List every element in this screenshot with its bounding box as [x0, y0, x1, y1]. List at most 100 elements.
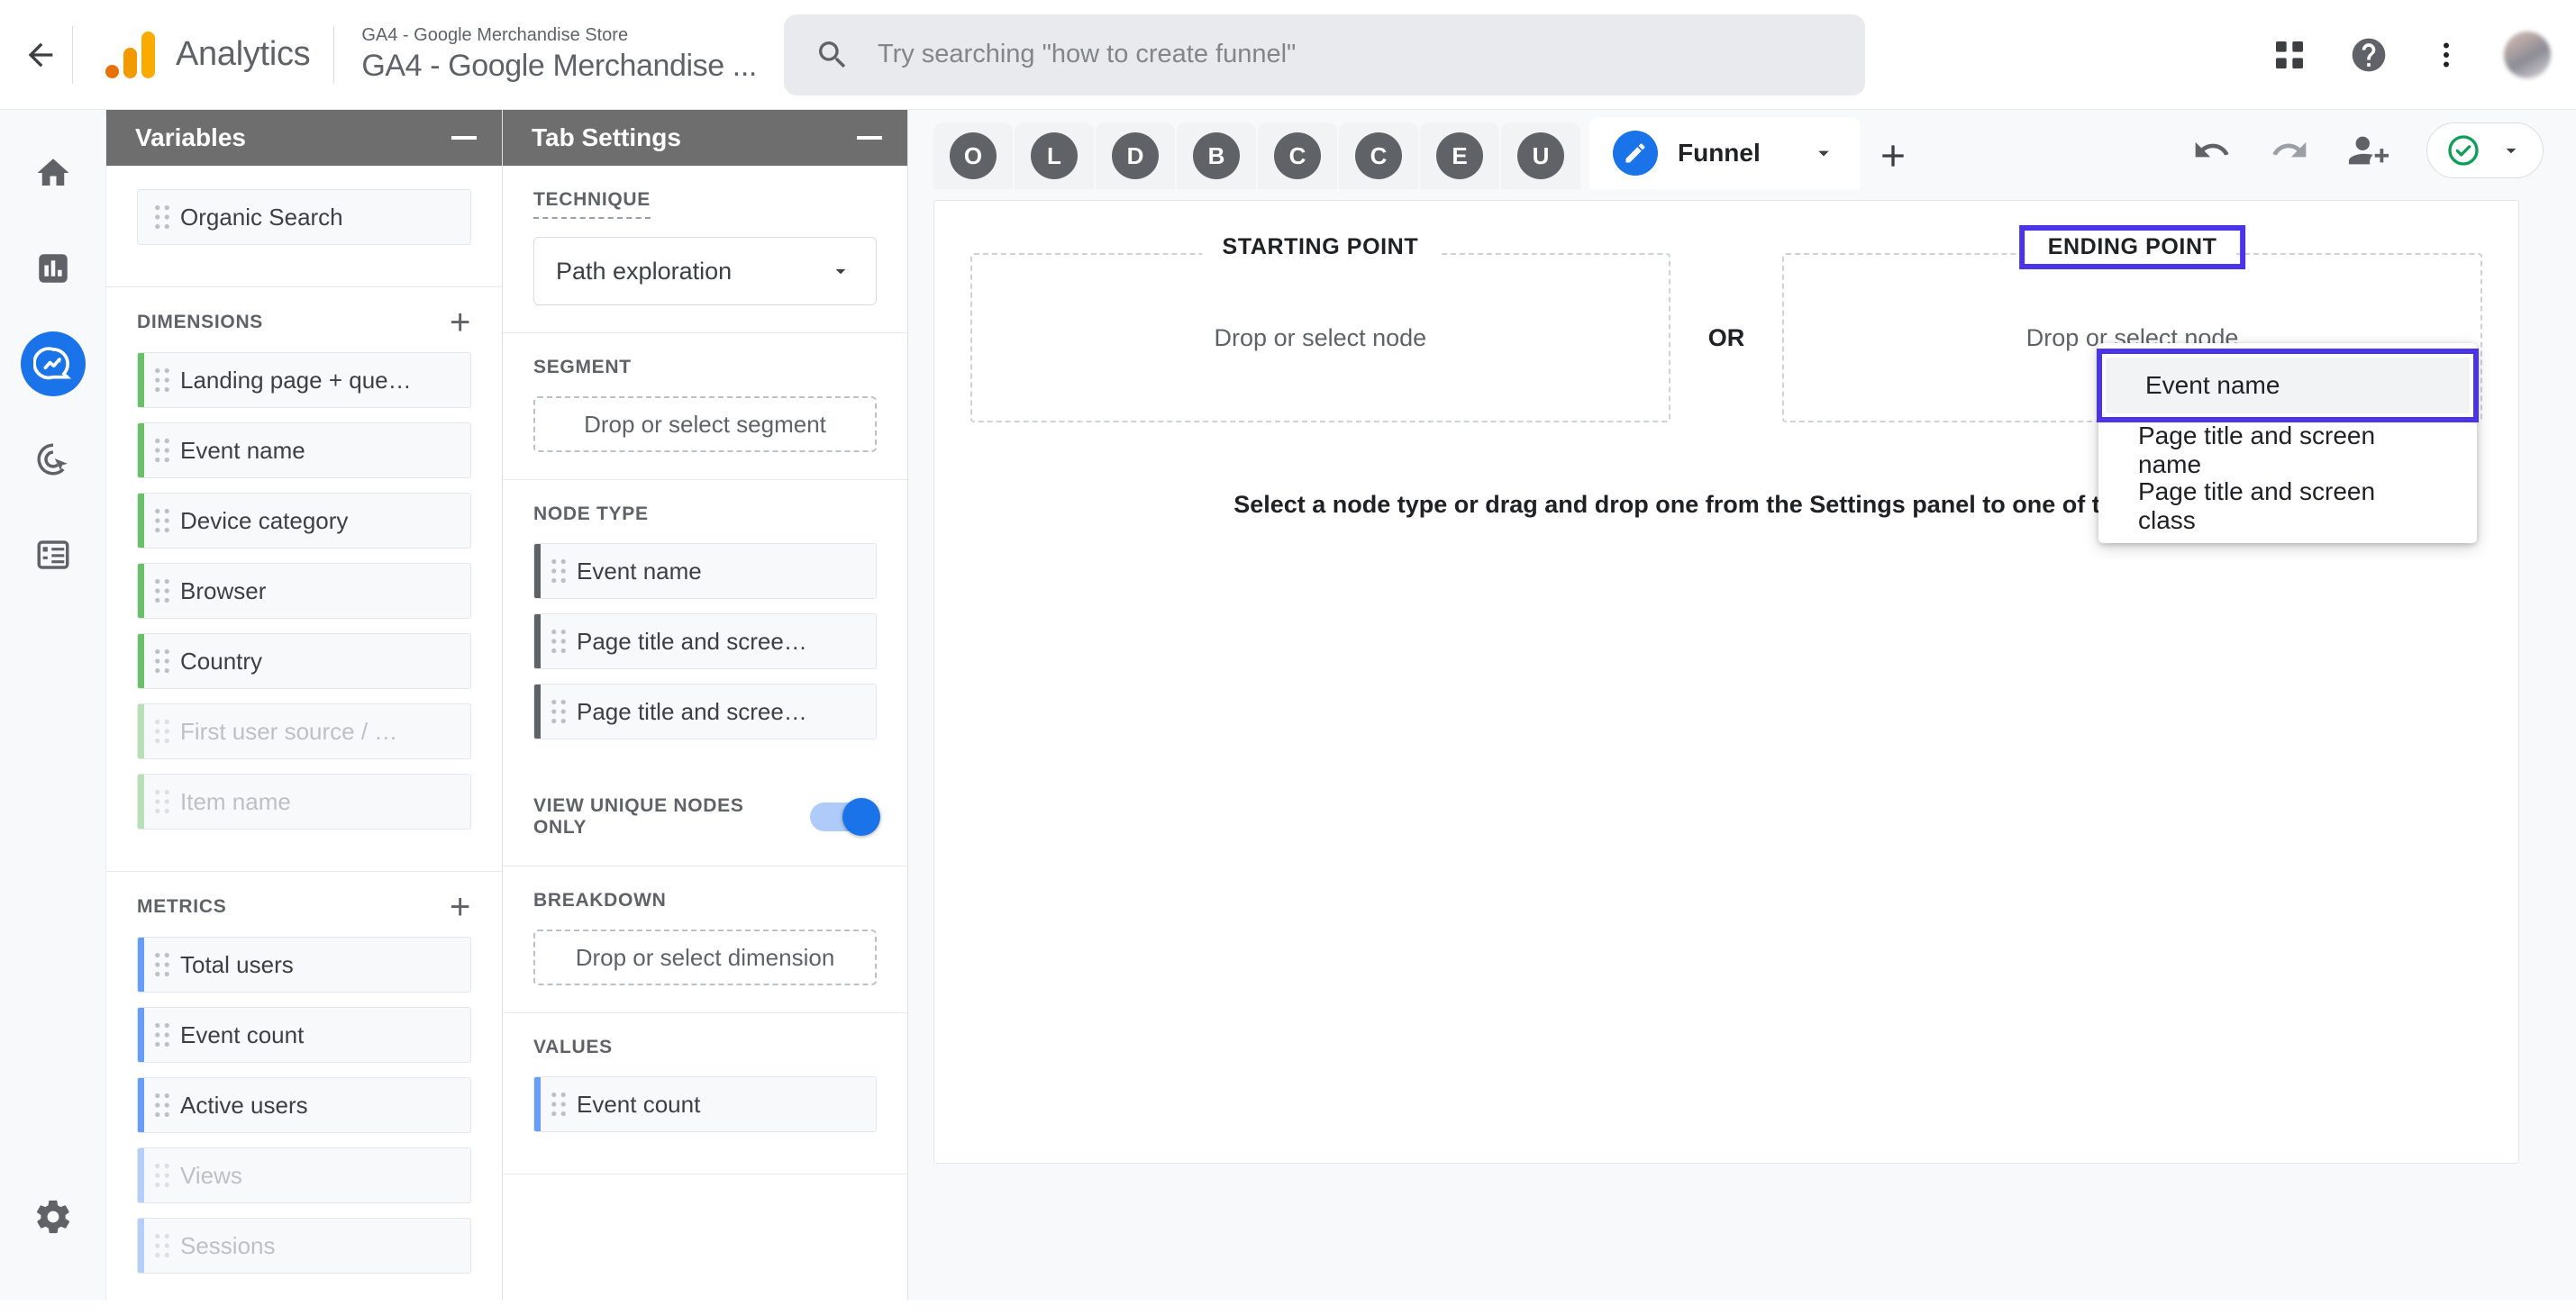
- tab-avatar: D: [1112, 132, 1159, 179]
- chevron-down-icon: [2506, 148, 2517, 154]
- sidebar-item-advertising[interactable]: [21, 427, 86, 492]
- dropdown-item[interactable]: Event name: [2106, 358, 2470, 413]
- drag-handle-icon[interactable]: [541, 1092, 577, 1117]
- tab-o-0[interactable]: O: [933, 122, 1013, 189]
- variables-title: Variables: [135, 123, 246, 151]
- chip-label: Event count: [180, 1020, 305, 1048]
- more-options-button[interactable]: [2430, 39, 2462, 71]
- dimension-chip[interactable]: Item name: [137, 774, 471, 830]
- minimize-icon[interactable]: [857, 136, 882, 140]
- tab-avatar: C: [1274, 132, 1321, 179]
- metric-chip[interactable]: Active users: [137, 1077, 471, 1133]
- dropdown-item[interactable]: Page title and screen name: [2098, 422, 2477, 478]
- drag-handle-icon[interactable]: [144, 367, 180, 393]
- back-button[interactable]: [9, 37, 72, 73]
- dropdown-item[interactable]: Page title and screen class: [2098, 477, 2477, 534]
- technique-value: Path exploration: [556, 257, 733, 285]
- add-dimension-button[interactable]: +: [450, 304, 471, 340]
- drag-handle-icon[interactable]: [541, 629, 577, 654]
- brand-block[interactable]: Analytics: [73, 31, 333, 78]
- top-actions: [2271, 0, 2551, 110]
- share-button[interactable]: [2347, 130, 2389, 171]
- search-input[interactable]: Try searching "how to create funnel": [878, 40, 1296, 69]
- view-unique-nodes-row: VIEW UNIQUE NODES ONLY: [533, 795, 880, 839]
- dimension-chip[interactable]: First user source / …: [137, 703, 471, 759]
- drag-handle-icon[interactable]: [144, 508, 180, 533]
- property-selector[interactable]: GA4 - Google Merchandise Store GA4 - Goo…: [334, 25, 757, 84]
- sidebar-item-explore[interactable]: [20, 331, 86, 396]
- tab-b-3[interactable]: B: [1177, 122, 1256, 189]
- technique-select[interactable]: Path exploration: [533, 237, 877, 305]
- metric-chip[interactable]: Views: [137, 1147, 471, 1203]
- avatar[interactable]: [2504, 32, 2551, 78]
- starting-point-dropzone[interactable]: Drop or select node: [970, 253, 1670, 422]
- dimension-chip[interactable]: Landing page + que…: [137, 352, 471, 408]
- chip-label: Sessions: [180, 1231, 276, 1259]
- brand-name: Analytics: [176, 35, 311, 73]
- drag-handle-icon[interactable]: [144, 1163, 180, 1188]
- chevron-down-icon[interactable]: [1811, 141, 1836, 166]
- drag-handle-icon[interactable]: [144, 1233, 180, 1258]
- metric-chip[interactable]: Sessions: [137, 1218, 471, 1274]
- tab-c-5[interactable]: C: [1339, 122, 1418, 189]
- dimension-chip[interactable]: Country: [137, 633, 471, 689]
- drag-handle-icon[interactable]: [541, 699, 577, 724]
- drag-handle-icon[interactable]: [144, 1093, 180, 1118]
- value-chip[interactable]: Event count: [533, 1076, 877, 1132]
- view-unique-nodes-toggle[interactable]: [810, 798, 880, 836]
- redo-button[interactable]: [2270, 131, 2309, 170]
- drag-handle-icon[interactable]: [144, 648, 180, 674]
- node-type-chip[interactable]: Page title and scree…: [533, 613, 877, 669]
- drag-handle-icon[interactable]: [144, 719, 180, 744]
- drag-handle-icon[interactable]: [144, 1022, 180, 1047]
- search-bar[interactable]: Try searching "how to create funnel": [783, 14, 1865, 95]
- sidebar-item-reports[interactable]: [21, 236, 86, 301]
- chip-label: Browser: [180, 576, 267, 604]
- canvas-toolbar: [2192, 122, 2544, 178]
- search-icon: [818, 41, 846, 68]
- tab-l-1[interactable]: L: [1015, 122, 1094, 189]
- sidebar-item-home[interactable]: [21, 141, 86, 205]
- segment-section: SEGMENT Drop or select segment: [503, 333, 907, 480]
- drag-handle-icon[interactable]: [144, 578, 180, 603]
- breakdown-drop-zone[interactable]: Drop or select dimension: [533, 930, 877, 985]
- tab-e-6[interactable]: E: [1420, 122, 1499, 189]
- dimension-chip[interactable]: Browser: [137, 563, 471, 619]
- tab-funnel[interactable]: Funnel: [1589, 117, 1860, 189]
- apps-grid-button[interactable]: [2271, 37, 2307, 73]
- drag-handle-icon[interactable]: [144, 789, 180, 814]
- variable-segment-chip[interactable]: Organic Search: [137, 189, 471, 245]
- tab-settings-title: Tab Settings: [532, 123, 681, 151]
- apps-grid-icon: [2276, 41, 2303, 68]
- redo-icon: [2272, 141, 2307, 158]
- configure-icon: [37, 540, 68, 569]
- chip-label: Active users: [180, 1091, 308, 1119]
- metric-list: Total users Event count Active users Views S…: [137, 937, 471, 1274]
- node-type-chip[interactable]: Event name: [533, 543, 877, 599]
- drag-handle-icon[interactable]: [144, 952, 180, 977]
- tab-avatar: O: [950, 132, 997, 179]
- sidebar-item-admin[interactable]: [21, 1184, 86, 1249]
- tab-c-4[interactable]: C: [1258, 122, 1337, 189]
- drag-handle-icon[interactable]: [144, 204, 180, 230]
- drag-handle-icon[interactable]: [144, 438, 180, 463]
- segment-drop-zone[interactable]: Drop or select segment: [533, 396, 877, 452]
- tab-d-2[interactable]: D: [1096, 122, 1175, 189]
- help-button[interactable]: [2349, 35, 2389, 75]
- metric-chip[interactable]: Event count: [137, 1007, 471, 1063]
- dimension-chip[interactable]: Event name: [137, 422, 471, 478]
- drag-handle-icon[interactable]: [541, 558, 577, 584]
- tab-u-7[interactable]: U: [1501, 122, 1580, 189]
- minimize-icon[interactable]: [451, 136, 477, 140]
- node-type-chip[interactable]: Page title and scree…: [533, 684, 877, 739]
- add-tab-button[interactable]: [1860, 122, 1926, 189]
- add-metric-button[interactable]: +: [450, 889, 471, 925]
- undo-button[interactable]: [2192, 131, 2232, 170]
- sidebar-item-configure[interactable]: [21, 522, 86, 587]
- metric-chip[interactable]: Total users: [137, 937, 471, 993]
- dimensions-section: DIMENSIONS + Landing page + que… Event na…: [106, 287, 502, 872]
- node-type-list: Event name Page title and scree… Page titl…: [533, 543, 877, 739]
- gear-icon: [36, 1200, 69, 1234]
- status-badge[interactable]: [2426, 122, 2544, 178]
- dimension-chip[interactable]: Device category: [137, 493, 471, 549]
